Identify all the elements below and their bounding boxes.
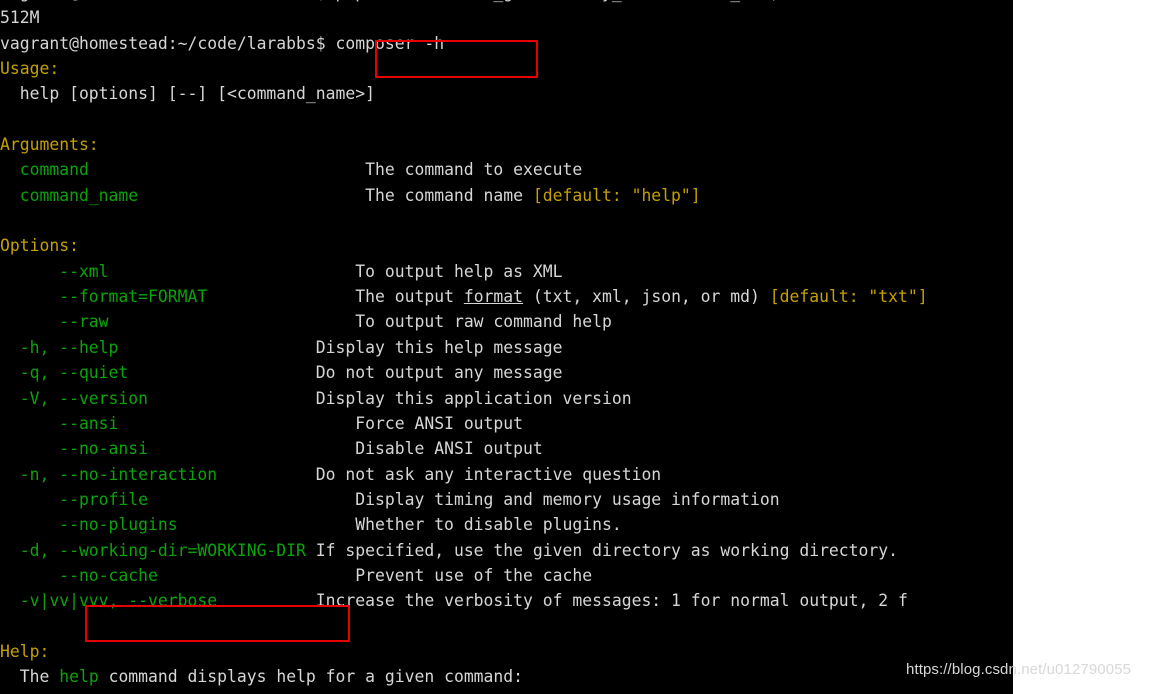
terminal-line-opt-no-plugins: --no-plugins Whether to disable plugins. xyxy=(0,512,1013,537)
terminal-text: -n, --no-interaction xyxy=(0,464,218,484)
terminal-text: help xyxy=(59,667,99,687)
terminal-text: --ansi xyxy=(0,413,119,433)
terminal-text: If specified, use the given directory as… xyxy=(315,540,899,560)
terminal-line-arguments-header: Arguments: xyxy=(0,132,1013,157)
terminal-line-opt-no-ansi: --no-ansi Disable ANSI output xyxy=(0,436,1013,461)
terminal-text: Increase the verbosity of messages: 1 fo… xyxy=(315,591,908,611)
terminal-text: -V, --version xyxy=(0,388,149,408)
terminal-text: command xyxy=(0,160,89,180)
terminal-line-opt-no-interaction: -n, --no-interaction Do not ask any inte… xyxy=(0,462,1013,487)
terminal-text: (txt, xml, json, or md) xyxy=(523,287,770,307)
terminal-text: The command name xyxy=(365,185,533,205)
terminal-line-arg-command: command The command to execute xyxy=(0,157,1013,182)
terminal-text: Do not ask any interactive question xyxy=(315,464,662,484)
terminal-line-blank-1 xyxy=(0,107,1013,132)
terminal-text: Whether to disable plugins. xyxy=(355,515,622,535)
terminal-line-options-header: Options: xyxy=(0,233,1013,258)
terminal-text: Options: xyxy=(0,236,79,256)
terminal-line-blank-4 xyxy=(0,690,1013,694)
terminal-text: Arguments: xyxy=(0,135,99,155)
terminal-line-output-memory-limit: 512M xyxy=(0,5,1013,30)
terminal-line-opt-profile: --profile Display timing and memory usag… xyxy=(0,487,1013,512)
terminal-text: vagrant@homestead:~/code/larabbs$ compos… xyxy=(0,33,445,53)
watermark-text: https://blog.csdn.net/u012790055 xyxy=(906,661,1132,678)
terminal-text: The output xyxy=(355,287,464,307)
terminal-text: help [options] [--] [<command_name>] xyxy=(0,84,375,104)
terminal-text: [default: "txt"] xyxy=(769,287,928,307)
terminal-text: Display this help message xyxy=(315,337,563,357)
terminal-text: --raw xyxy=(0,312,109,332)
terminal-text: The xyxy=(0,667,60,687)
terminal-line-opt-quiet: -q, --quiet Do not output any message xyxy=(0,360,1013,385)
terminal-line-opt-xml: --xml To output help as XML xyxy=(0,259,1013,284)
terminal-text: -v|vv|vvv, --verbose xyxy=(0,591,218,611)
terminal-line-opt-working-dir: -d, --working-dir=WORKING-DIR If specifi… xyxy=(0,538,1013,563)
terminal-text: command_name xyxy=(0,185,139,205)
terminal-text: Usage: xyxy=(0,59,60,79)
terminal-line-help-header: Help: xyxy=(0,639,1013,664)
terminal-line-blank-3 xyxy=(0,614,1013,639)
terminal-text: -q, --quiet xyxy=(0,363,129,383)
terminal-text: -h, --help xyxy=(0,337,119,357)
terminal-line-opt-format: --format=FORMAT The output format (txt, … xyxy=(0,284,1013,309)
terminal-text: The command to execute xyxy=(365,160,583,180)
terminal-line-usage-line: help [options] [--] [<command_name>] xyxy=(0,81,1013,106)
terminal-line-opt-verbose: -v|vv|vvv, --verbose Increase the verbos… xyxy=(0,588,1013,613)
terminal-line-usage-header: Usage: xyxy=(0,56,1013,81)
terminal-line-help-desc: The help command displays help for a giv… xyxy=(0,664,1013,689)
terminal-text: --xml xyxy=(0,261,109,281)
terminal-line-opt-no-cache: --no-cache Prevent use of the cache xyxy=(0,563,1013,588)
terminal-line-opt-help: -h, --help Display this help message xyxy=(0,335,1013,360)
terminal-text: 512M xyxy=(0,8,40,28)
terminal-text: -d, --working-dir=WORKING-DIR xyxy=(0,540,306,560)
terminal-text: vagrant@homestead:~/code/larabbs$ php -r… xyxy=(0,0,789,2)
terminal-text: --no-cache xyxy=(0,565,158,585)
terminal-text: To output help as XML xyxy=(355,261,563,281)
terminal-line-arg-command-name: command_name The command name [default: … xyxy=(0,183,1013,208)
terminal-line-opt-version: -V, --version Display this application v… xyxy=(0,386,1013,411)
terminal-text: Force ANSI output xyxy=(355,413,524,433)
terminal-text: Display timing and memory usage informat… xyxy=(355,489,780,509)
terminal-text: Display this application version xyxy=(315,388,632,408)
terminal-text: [default: "help"] xyxy=(532,185,701,205)
terminal-text: format xyxy=(463,287,524,307)
terminal-line-prompt-2: vagrant@homestead:~/code/larabbs$ compos… xyxy=(0,31,1013,56)
terminal-text: Help: xyxy=(0,641,50,661)
terminal-text: Do not output any message xyxy=(315,363,563,383)
terminal-text: To output raw command help xyxy=(355,312,612,332)
screenshot-root: vagrant@homestead:~/code/larabbs$ php -r… xyxy=(0,0,1152,694)
terminal-text: --profile xyxy=(0,489,149,509)
terminal-text: command displays help for a given comman… xyxy=(98,667,524,687)
terminal-line-opt-ansi: --ansi Force ANSI output xyxy=(0,411,1013,436)
terminal-text: --no-ansi xyxy=(0,439,149,459)
terminal-text: Prevent use of the cache xyxy=(355,565,593,585)
terminal-line-opt-raw: --raw To output raw command help xyxy=(0,309,1013,334)
terminal-text: --format=FORMAT xyxy=(0,287,208,307)
terminal-text: Disable ANSI output xyxy=(355,439,543,459)
terminal-text: --no-plugins xyxy=(0,515,178,535)
terminal-window[interactable]: vagrant@homestead:~/code/larabbs$ php -r… xyxy=(0,0,1013,694)
terminal-output: vagrant@homestead:~/code/larabbs$ php -r… xyxy=(0,0,1013,694)
terminal-line-blank-2 xyxy=(0,208,1013,233)
